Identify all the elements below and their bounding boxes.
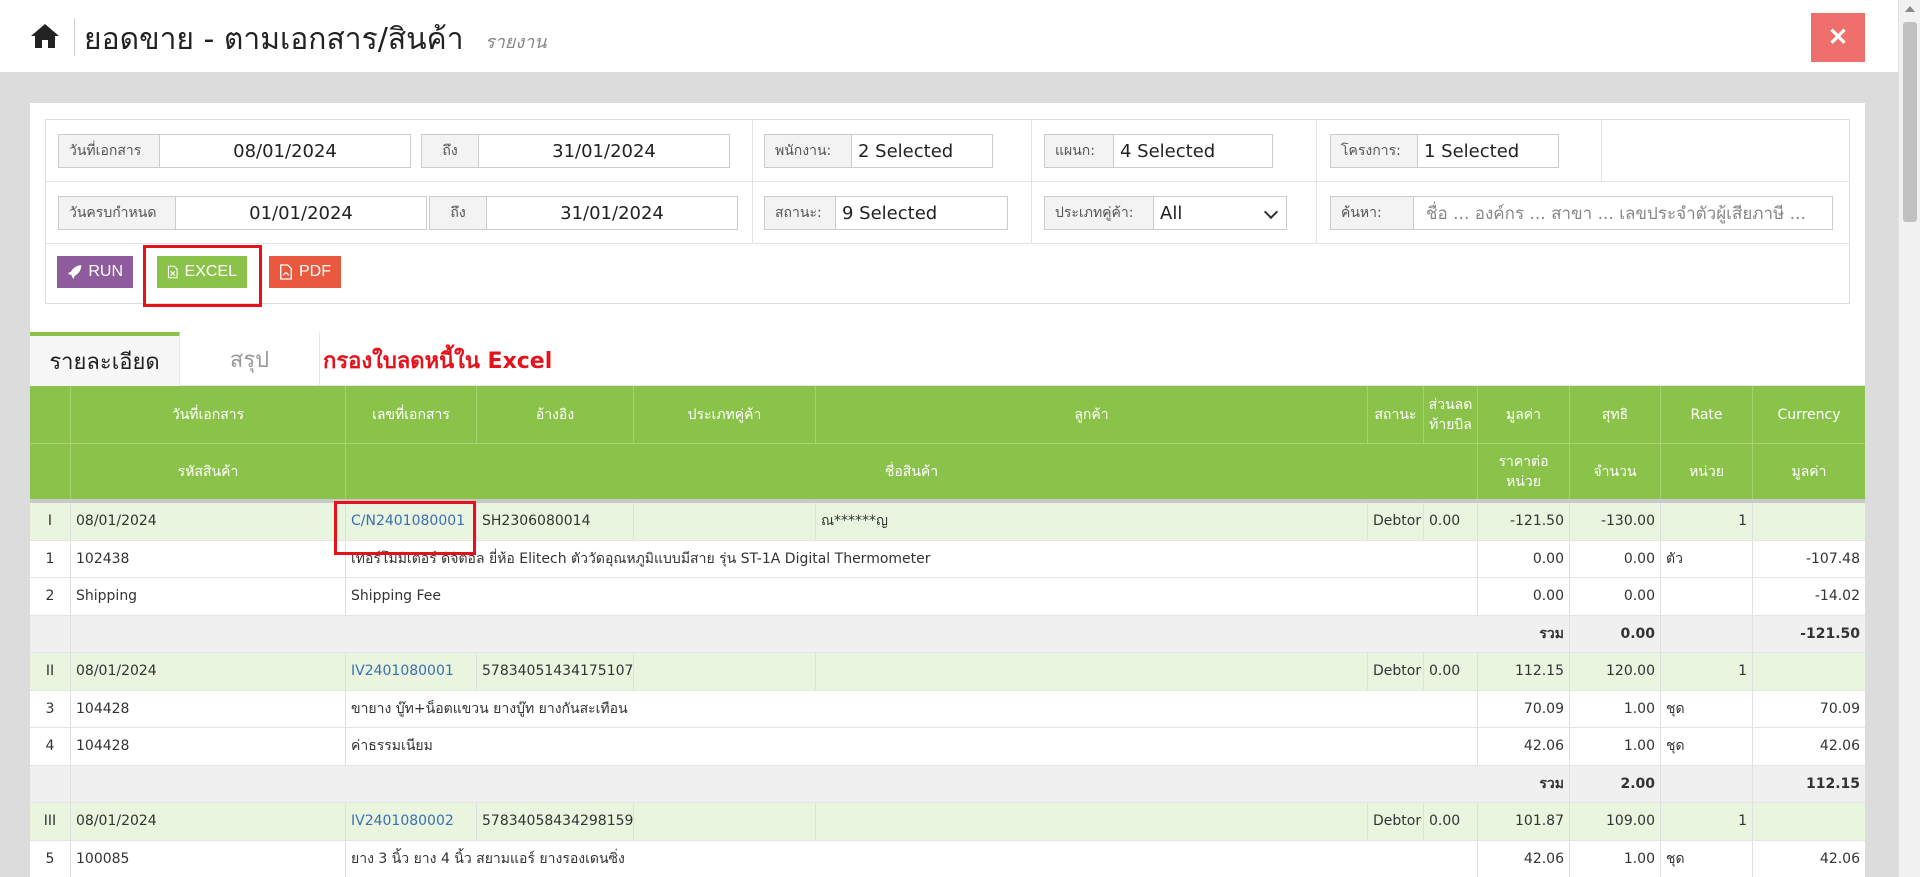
table-header: วันที่เอกสาร เลขที่เอกสาร อ้างอิง ประเภท… <box>30 386 1865 503</box>
due-date-to-label: ถึง <box>429 196 487 230</box>
th-status[interactable]: สถานะ <box>1368 386 1424 443</box>
tab-summary[interactable]: สรุป <box>180 332 320 386</box>
rocket-icon <box>67 265 82 279</box>
employee-label: พนักงาน: <box>764 134 852 168</box>
project-label: โครงการ: <box>1330 134 1418 168</box>
project-select[interactable]: 1 Selected <box>1417 134 1559 168</box>
doc-link[interactable]: IV2401080001 <box>346 653 477 690</box>
th-doc-date[interactable]: วันที่เอกสาร <box>71 386 346 443</box>
page-header: ยอดขาย - ตามเอกสาร/สินค้า รายงาน ✕ <box>0 0 1898 73</box>
scroll-up-arrow-icon[interactable] <box>1905 6 1915 12</box>
doc-date-label: วันที่เอกสาร <box>58 134 160 168</box>
th-product-name[interactable]: ชื่อสินค้า <box>346 443 1478 499</box>
table-row-doc: II 08/01/2024 IV2401080001 5783405143417… <box>30 653 1865 691</box>
th-bill-discount[interactable]: ส่วนลดท้ายบิล <box>1424 386 1478 443</box>
th-partner-type[interactable]: ประเภทคู่ค้า <box>634 386 816 443</box>
page-subtitle: รายงาน <box>485 32 547 53</box>
th-net[interactable]: สุทธิ <box>1570 386 1661 443</box>
partner-type-label: ประเภทคู่ค้า: <box>1044 196 1154 230</box>
doc-number-highlight-box <box>334 501 476 555</box>
pdf-button[interactable]: PDF <box>269 256 341 288</box>
report-table: วันที่เอกสาร เลขที่เอกสาร อ้างอิง ประเภท… <box>30 386 1865 877</box>
doc-link[interactable]: IV2401080002 <box>346 803 477 840</box>
close-button[interactable]: ✕ <box>1811 13 1865 62</box>
table-row-item: 4 104428 ค่าธรรมเนียม 42.06 1.00 ชุด 42.… <box>30 728 1865 766</box>
th-value[interactable]: มูลค่า <box>1478 386 1570 443</box>
home-icon[interactable] <box>29 22 61 50</box>
status-select[interactable]: 9 Selected <box>835 196 1008 230</box>
th-doc-no[interactable]: เลขที่เอกสาร <box>346 386 477 443</box>
search-label: ค้นหา: <box>1330 196 1414 230</box>
table-row-item: 2 Shipping Shipping Fee 0.00 0.00 -14.02 <box>30 578 1865 616</box>
th-unit-price[interactable]: ราคาต่อหน่วย <box>1478 443 1570 499</box>
department-label: แผนก: <box>1044 134 1114 168</box>
scrollbar-thumb[interactable] <box>1903 22 1917 222</box>
due-date-from-input[interactable]: 01/01/2024 <box>175 196 427 230</box>
table-row-doc: III 08/01/2024 IV2401080002 578340584342… <box>30 803 1865 841</box>
doc-date-to-input[interactable]: 31/01/2024 <box>478 134 730 168</box>
due-date-to-input[interactable]: 31/01/2024 <box>486 196 738 230</box>
table-row-item: 5 100085 ยาง 3 นิ้ว ยาง 4 นิ้ว สยามแอร์ … <box>30 840 1865 877</box>
th-product-code[interactable]: รหัสสินค้า <box>71 443 346 499</box>
vertical-scrollbar[interactable] <box>1898 0 1920 877</box>
annotation-note: กรองใบลดหนี้ใน Excel <box>323 349 553 374</box>
th-customer[interactable]: ลูกค้า <box>816 386 1368 443</box>
close-icon: ✕ <box>1827 24 1849 51</box>
page-title: ยอดขาย - ตามเอกสาร/สินค้า <box>84 22 464 57</box>
file-pdf-icon <box>280 264 292 280</box>
table-row-total: รวม 2.00 112.15 <box>30 765 1865 803</box>
doc-date-to-label: ถึง <box>421 134 479 168</box>
th-reference[interactable]: อ้างอิง <box>477 386 634 443</box>
excel-highlight-box <box>143 245 262 307</box>
th-amount[interactable]: มูลค่า <box>1753 443 1865 499</box>
run-button[interactable]: RUN <box>57 256 133 288</box>
status-label: สถานะ: <box>764 196 836 230</box>
chevron-down-icon <box>1263 204 1279 220</box>
tab-detail[interactable]: รายละเอียด <box>30 332 180 386</box>
th-rate[interactable]: Rate <box>1661 386 1753 443</box>
table-row-total: รวม 0.00 -121.50 <box>30 615 1865 653</box>
table-row-item: 3 104428 ขายาง บู๊ท+น็อตแขวน ยางบู๊ท ยาง… <box>30 690 1865 728</box>
due-date-label: วันครบกำหนด <box>58 196 176 230</box>
doc-date-from-input[interactable]: 08/01/2024 <box>159 134 411 168</box>
th-quantity[interactable]: จำนวน <box>1570 443 1661 499</box>
employee-select[interactable]: 2 Selected <box>851 134 993 168</box>
department-select[interactable]: 4 Selected <box>1113 134 1273 168</box>
partner-type-select[interactable]: All <box>1153 196 1287 230</box>
table-row-item: 1 102438 เทอร์โมมิเตอร์ ดิจิตอล ยี่ห้อ E… <box>30 540 1865 578</box>
th-unit[interactable]: หน่วย <box>1661 443 1753 499</box>
th-currency[interactable]: Currency <box>1753 386 1865 443</box>
table-row-doc: I 08/01/2024 C/N2401080001 SH2306080014 … <box>30 503 1865 541</box>
header-divider <box>74 18 75 56</box>
search-input[interactable]: ชื่อ ... องค์กร ... สาขา ... เลขประจำตัว… <box>1413 196 1833 230</box>
report-tabs: รายละเอียด สรุป <box>30 332 1865 386</box>
